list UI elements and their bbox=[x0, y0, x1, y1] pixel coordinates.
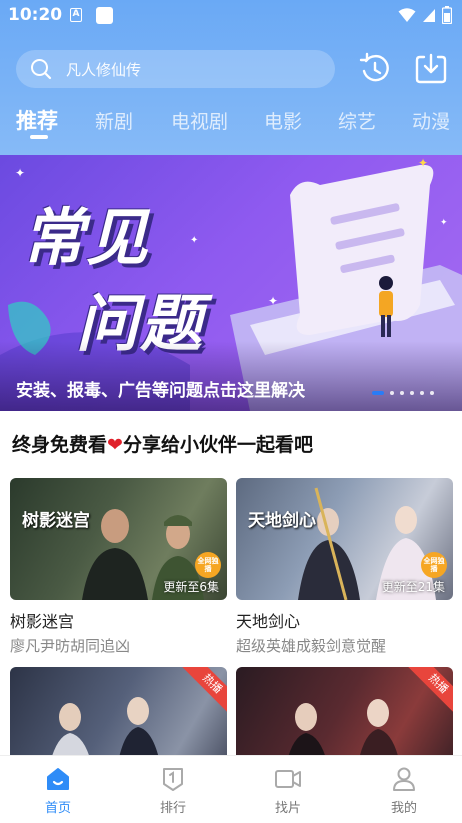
category-tabs: 推荐 新剧 电视剧 电影 综艺 动漫 bbox=[0, 103, 462, 143]
tab-anime[interactable]: 动漫 bbox=[412, 107, 450, 134]
carousel-dots bbox=[372, 391, 434, 395]
tab-movies[interactable]: 电影 bbox=[264, 107, 302, 134]
nav-discover[interactable]: 找片 bbox=[258, 766, 318, 816]
video-card[interactable]: 树影迷宫 全网独播 更新至6集 树影迷宫 廖凡尹昉胡同追凶 bbox=[10, 478, 227, 656]
svg-text:✦: ✦ bbox=[15, 166, 25, 180]
wifi-icon bbox=[398, 8, 416, 22]
tab-tv-series[interactable]: 电视剧 bbox=[171, 107, 228, 134]
nav-discover-label: 找片 bbox=[274, 801, 301, 816]
svg-text:✦: ✦ bbox=[190, 235, 198, 246]
video-subtitle: 廖凡尹昉胡同追凶 bbox=[10, 637, 131, 655]
update-status: 更新至21集 bbox=[381, 580, 445, 594]
video-icon bbox=[275, 770, 301, 788]
download-icon bbox=[415, 53, 447, 84]
faq-banner[interactable]: ✦ ✦ ✦ ✦ ✦ 常见 问题 安装、报毒、广告等问题点击这里解决 bbox=[0, 155, 462, 411]
section-title-after: 分享给小伙伴一起看吧 bbox=[122, 434, 313, 456]
battery-icon bbox=[442, 6, 452, 24]
search-icon bbox=[31, 59, 52, 80]
video-thumbnail[interactable]: 天地剑心 全网独播 更新至21集 bbox=[236, 478, 453, 600]
exclusive-badge: 全网独播 bbox=[421, 552, 447, 578]
nav-home-label: 首页 bbox=[44, 801, 71, 816]
svg-text:✦: ✦ bbox=[268, 294, 278, 308]
carousel-dot[interactable] bbox=[400, 391, 404, 395]
video-card[interactable]: 天地剑心 全网独播 更新至21集 天地剑心 超级英雄成毅剑意觉醒 bbox=[236, 478, 453, 656]
video-subtitle: 超级英雄成毅剑意觉醒 bbox=[236, 637, 387, 655]
svg-text:✦: ✦ bbox=[418, 156, 428, 170]
header: 10:20 A 凡人修仙传 推荐 新剧 电视剧 电影 综艺 动漫 bbox=[0, 0, 462, 155]
banner-title-line1: 常见 bbox=[22, 201, 151, 274]
carousel-dot[interactable] bbox=[430, 391, 434, 395]
carousel-dot[interactable] bbox=[420, 391, 424, 395]
tab-variety[interactable]: 综艺 bbox=[338, 107, 376, 134]
nav-ranking-label: 排行 bbox=[159, 801, 186, 816]
home-icon bbox=[47, 768, 69, 790]
carousel-dot[interactable] bbox=[410, 391, 414, 395]
ranking-icon bbox=[163, 768, 183, 791]
nav-ranking[interactable]: 排行 bbox=[143, 766, 203, 816]
poster-logo-text: 天地剑心 bbox=[248, 511, 316, 531]
section-title-before: 终身免费看 bbox=[12, 434, 108, 456]
video-title[interactable]: 树影迷宫 bbox=[10, 608, 227, 632]
search-placeholder: 凡人修仙传 bbox=[66, 61, 142, 79]
exclusive-badge: 全网独播 bbox=[195, 552, 221, 578]
status-icons bbox=[398, 6, 452, 24]
signal-icon bbox=[423, 9, 435, 22]
banner-caption: 安装、报毒、广告等问题点击这里解决 bbox=[16, 381, 305, 401]
search-input[interactable]: 凡人修仙传 bbox=[16, 50, 335, 88]
poster-logo-text: 树影迷宫 bbox=[22, 511, 90, 531]
active-tab-indicator bbox=[30, 135, 48, 139]
status-time: 10:20 bbox=[8, 5, 63, 25]
profile-icon bbox=[393, 767, 415, 791]
notification-icon bbox=[96, 7, 113, 24]
bottom-navigation: 首页 排行 找片 我的 bbox=[0, 755, 462, 823]
update-status: 更新至6集 bbox=[163, 580, 219, 594]
nav-profile-label: 我的 bbox=[390, 801, 417, 816]
tab-new-series[interactable]: 新剧 bbox=[95, 107, 133, 134]
history-icon bbox=[359, 52, 389, 82]
carousel-dot[interactable] bbox=[390, 391, 394, 395]
status-bar: 10:20 A bbox=[0, 0, 462, 32]
video-thumbnail[interactable]: 树影迷宫 全网独播 更新至6集 bbox=[10, 478, 227, 600]
svg-text:✦: ✦ bbox=[440, 218, 448, 228]
carousel-dot[interactable] bbox=[372, 391, 384, 395]
nav-profile[interactable]: 我的 bbox=[374, 766, 434, 816]
history-button[interactable] bbox=[358, 52, 392, 86]
video-title[interactable]: 天地剑心 bbox=[236, 608, 453, 632]
tab-recommend[interactable]: 推荐 bbox=[16, 105, 58, 135]
keyboard-notification-icon: A bbox=[70, 8, 82, 22]
nav-home[interactable]: 首页 bbox=[28, 766, 88, 816]
download-button[interactable] bbox=[414, 52, 448, 86]
share-section-title: 终身免费看❤分享给小伙伴一起看吧 bbox=[12, 430, 313, 457]
heart-icon: ❤ bbox=[107, 434, 123, 456]
